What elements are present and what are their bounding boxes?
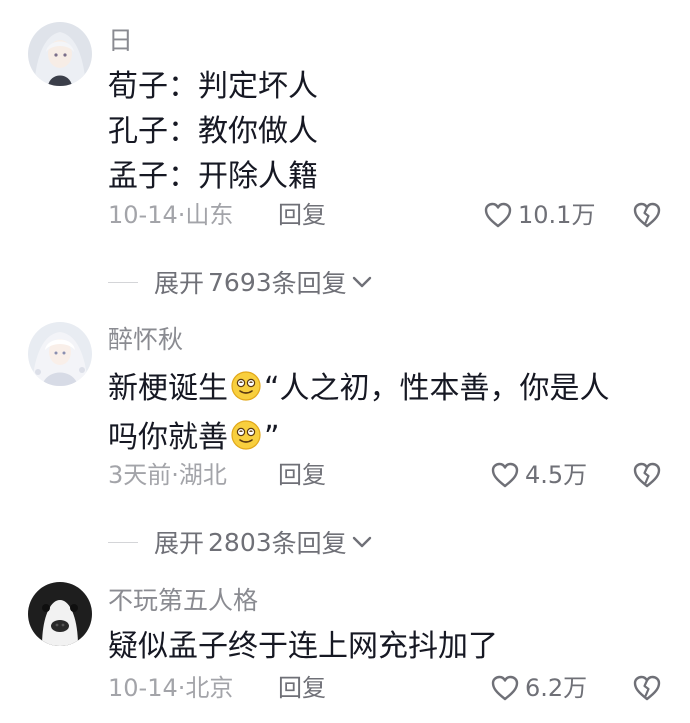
broken-heart-icon [633, 675, 661, 701]
expand-prefix: 展开 [154, 269, 205, 298]
username[interactable]: 醉怀秋 [108, 325, 183, 355]
heart-outline-icon [484, 202, 512, 228]
divider [108, 541, 138, 543]
comment-line: 疑似孟子终于连上网充抖加了 [108, 629, 498, 664]
dislike-button[interactable] [630, 671, 664, 705]
broken-heart-icon [633, 462, 661, 488]
avatar[interactable] [28, 22, 92, 86]
comment-date-location: 10-14·北京 [108, 674, 234, 702]
comment-fragment: “人之初，性本善，你是人 [264, 371, 610, 406]
comment-date-location: 10-14·山东 [108, 201, 234, 229]
like-button[interactable]: 6.2万 [490, 671, 587, 705]
comment-text: 荀子：判定坏人 孔子：教你做人 孟子：开除人籍 [108, 64, 673, 199]
like-count: 6.2万 [525, 674, 588, 702]
comment-line: 新梗诞生 “人之初，性本善，你是人 [108, 366, 673, 415]
chevron-down-icon [351, 274, 373, 290]
comment-line: 孔子：教你做人 [108, 114, 318, 149]
like-button[interactable]: 10.1万 [483, 198, 595, 232]
comment-text: 疑似孟子终于连上网充抖加了 [108, 624, 673, 669]
reply-button[interactable]: 回复 [278, 198, 326, 232]
dizzy-face-emoji-icon [230, 370, 262, 415]
expand-prefix: 展开 [154, 529, 205, 558]
comment-fragment: 吗你就善 [108, 420, 228, 455]
anime-avatar-icon [28, 22, 92, 86]
avatar[interactable] [28, 582, 92, 646]
like-count: 4.5万 [525, 461, 588, 489]
comment-line: 孟子：开除人籍 [108, 159, 318, 194]
divider [108, 281, 138, 283]
expand-suffix: 条回复 [271, 529, 347, 558]
heart-outline-icon [491, 462, 519, 488]
comment-date-location: 3天前·湖北 [108, 461, 227, 489]
like-count: 10.1万 [518, 201, 596, 229]
comment-fragment: ” [264, 420, 280, 455]
comment-fragment: 新梗诞生 [108, 371, 228, 406]
dislike-button[interactable] [630, 198, 664, 232]
chevron-down-icon [351, 534, 373, 550]
comment-line: 吗你就善 ” [108, 415, 673, 464]
expand-replies-button[interactable]: 展开 2803 条回复 [108, 525, 373, 559]
heart-outline-icon [491, 675, 519, 701]
comment-meta: 10-14·山东 回复 10.1万 [108, 198, 690, 232]
broken-heart-icon [633, 202, 661, 228]
expand-replies-button[interactable]: 展开 7693 条回复 [108, 265, 373, 299]
comment-line: 荀子：判定坏人 [108, 69, 318, 104]
comment-meta: 3天前·湖北 回复 4.5万 [108, 458, 690, 492]
expand-suffix: 条回复 [271, 269, 347, 298]
reply-button[interactable]: 回复 [278, 458, 326, 492]
comment-meta: 10-14·北京 回复 6.2万 [108, 671, 690, 705]
reply-button[interactable]: 回复 [278, 671, 326, 705]
avatar[interactable] [28, 322, 92, 386]
dog-avatar-icon [28, 582, 92, 646]
username[interactable]: 日 [108, 26, 133, 56]
username[interactable]: 不玩第五人格 [108, 586, 258, 616]
reply-count: 2803 [208, 527, 272, 557]
like-button[interactable]: 4.5万 [490, 458, 587, 492]
reply-count: 7693 [208, 267, 272, 297]
dislike-button[interactable] [630, 458, 664, 492]
anime-avatar-icon [28, 322, 92, 386]
comment-text: 新梗诞生 “人之初，性本善，你是人 吗你就善 ” [108, 366, 673, 464]
